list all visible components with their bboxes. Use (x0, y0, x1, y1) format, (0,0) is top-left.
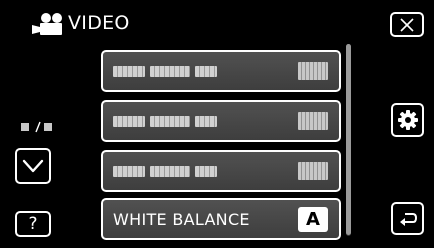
chevron-down-icon (22, 159, 44, 173)
menu-item-value-redacted (298, 112, 328, 130)
back-button[interactable] (391, 202, 424, 235)
scrollbar-thumb[interactable] (346, 44, 351, 235)
menu-item-value-redacted (298, 162, 328, 180)
return-icon (399, 212, 417, 226)
menu-item-value-redacted (298, 62, 328, 80)
menu-item-3[interactable] (101, 150, 341, 192)
menu-item-label-redacted (113, 65, 217, 77)
menu-item-label-redacted (113, 115, 217, 127)
menu-item-1[interactable] (101, 50, 341, 92)
close-button[interactable] (390, 12, 424, 37)
menu-item-white-balance[interactable]: WHITE BALANCE A (101, 198, 341, 240)
settings-button[interactable] (391, 103, 424, 137)
gear-icon (397, 110, 418, 130)
help-button[interactable]: ? (15, 211, 51, 237)
white-balance-value-icon: A (298, 206, 328, 232)
menu-item-label: WHITE BALANCE (113, 209, 250, 229)
close-icon (400, 17, 414, 32)
video-camera-icon (30, 12, 68, 36)
page-title: VIDEO (68, 12, 130, 34)
menu-item-2[interactable] (101, 100, 341, 142)
page-indicator (20, 118, 52, 133)
menu-item-label-redacted (113, 165, 217, 177)
scroll-down-button[interactable] (15, 148, 51, 184)
